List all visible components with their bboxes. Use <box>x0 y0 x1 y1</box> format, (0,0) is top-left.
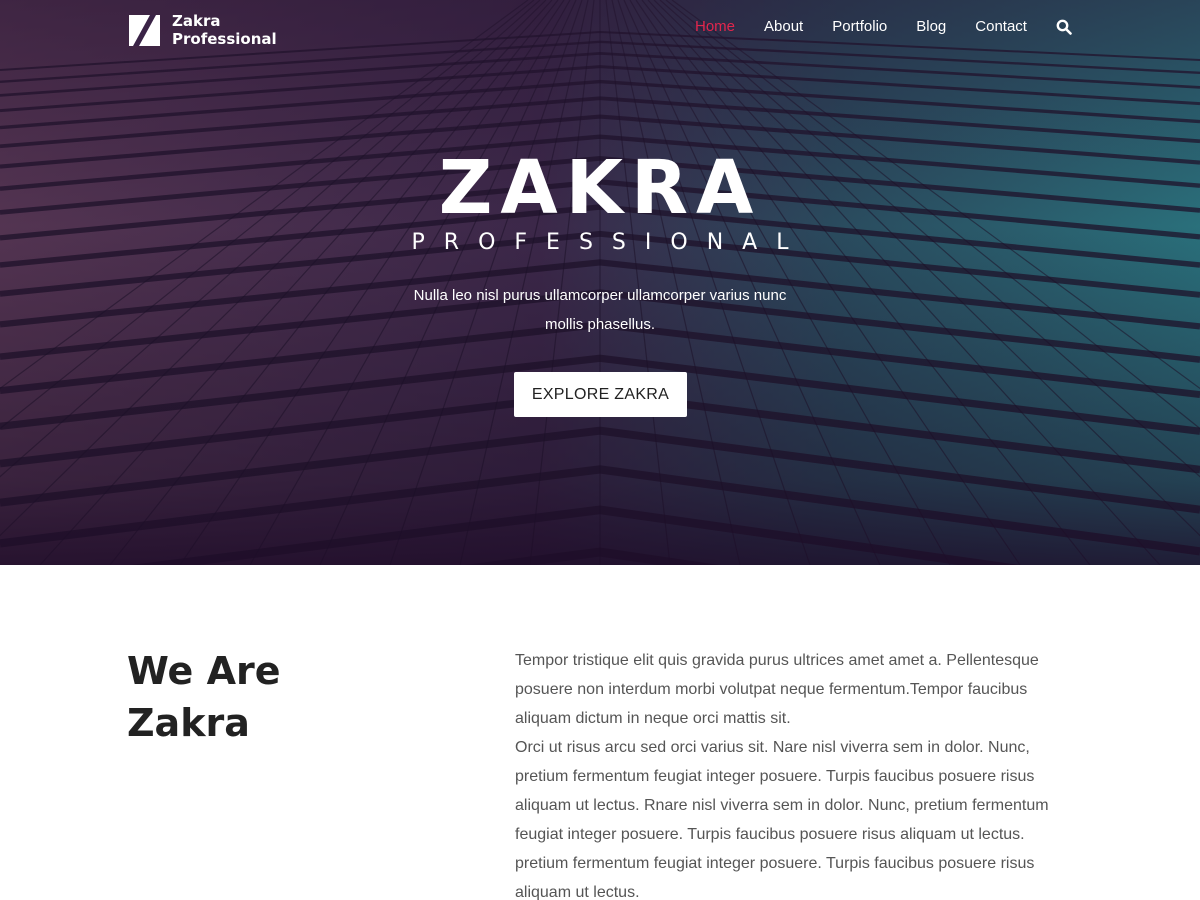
about-paragraph-2: Orci ut risus arcu sed orci varius sit. … <box>515 739 1049 900</box>
hero-title: ZAKRA <box>438 145 762 231</box>
hero-description: Nulla leo nisl purus ullamcorper ullamco… <box>413 287 787 333</box>
nav-item-blog[interactable]: Blog <box>916 17 946 37</box>
nav-item-portfolio[interactable]: Portfolio <box>832 17 887 37</box>
hero-section: Zakra Professional Home About Portfolio … <box>0 0 1200 565</box>
explore-zakra-button[interactable]: EXPLORE ZAKRA <box>514 372 687 417</box>
logo-line-1: Zakra <box>172 12 221 30</box>
logo-line-2: Professional <box>172 30 277 48</box>
logo-text: Zakra Professional <box>172 12 277 48</box>
main-navigation: Home About Portfolio Blog Contact <box>695 17 1072 37</box>
hero-subtitle: PROFESSIONAL <box>411 230 808 255</box>
nav-item-about[interactable]: About <box>764 17 803 37</box>
about-heading: We Are Zakra <box>127 645 427 749</box>
search-icon[interactable] <box>1056 19 1072 35</box>
nav-item-home[interactable]: Home <box>695 17 735 37</box>
about-heading-line-1: We Are <box>127 649 281 693</box>
zakra-logo-icon <box>129 14 160 46</box>
nav-item-contact[interactable]: Contact <box>975 17 1027 37</box>
about-heading-line-2: Zakra <box>127 701 250 745</box>
about-paragraph-1: Tempor tristique elit quis gravida purus… <box>515 652 1039 727</box>
about-text: Tempor tristique elit quis gravida purus… <box>515 646 1075 900</box>
site-logo[interactable]: Zakra Professional <box>129 12 277 48</box>
site-header: Zakra Professional Home About Portfolio … <box>0 0 1200 56</box>
